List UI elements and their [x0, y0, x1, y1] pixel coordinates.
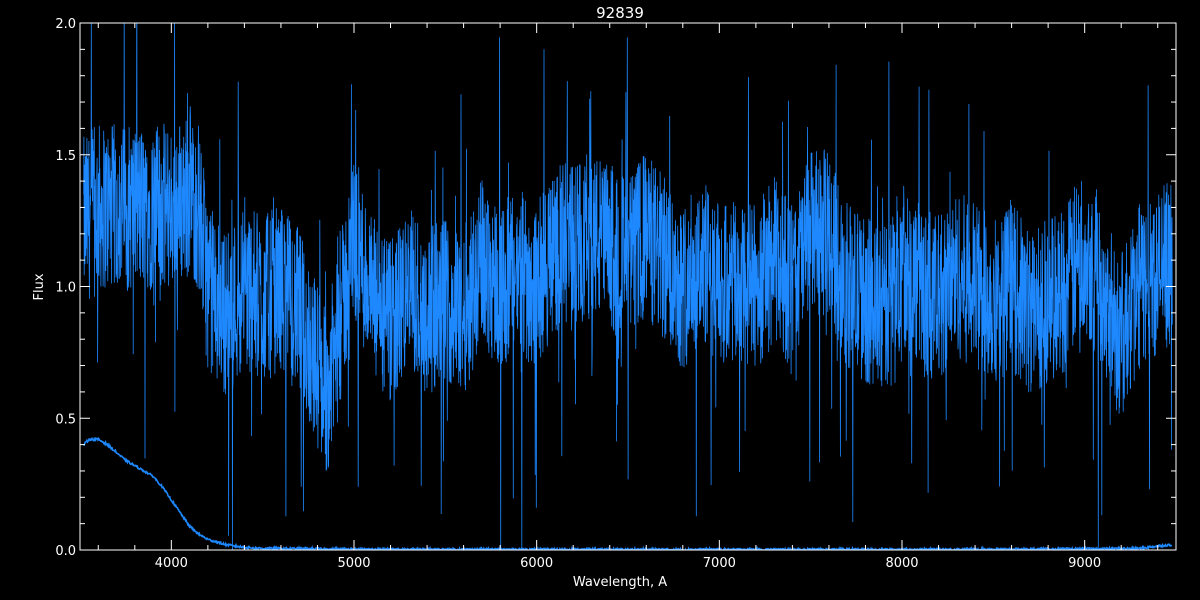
- x-axis-title: Wavelength, A: [573, 575, 667, 590]
- y-tick-label: 1.0: [55, 281, 76, 296]
- x-tick-label: 9000: [1068, 556, 1101, 571]
- y-tick-label: 0.5: [55, 412, 76, 427]
- y-axis-title: Flux: [32, 273, 47, 300]
- x-tick-label: 5000: [337, 556, 370, 571]
- x-tick-label: 7000: [703, 556, 736, 571]
- y-tick-label: 0.0: [55, 544, 76, 559]
- y-tick-label: 1.5: [55, 149, 76, 164]
- x-tick-label: 4000: [155, 556, 188, 571]
- x-tick-label: 8000: [885, 556, 918, 571]
- y-tick-label: 2.0: [55, 17, 76, 32]
- series-layer: [83, 23, 1173, 550]
- chart-title: 92839: [596, 4, 644, 22]
- x-tick-label: 6000: [520, 556, 553, 571]
- normalized-flux-line: [83, 23, 1173, 550]
- spectrum-chart: 92839 4000 5000 6000 7000 8000 9000 0.0 0.5 1.0 1…: [32, 4, 1177, 590]
